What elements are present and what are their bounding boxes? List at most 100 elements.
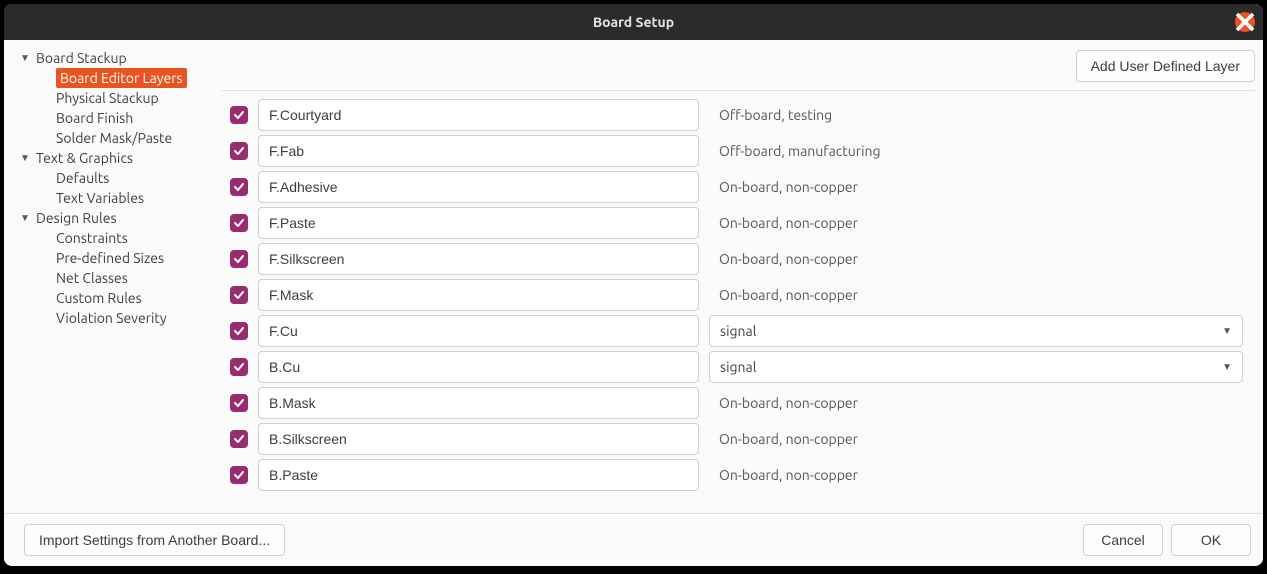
tree-item[interactable]: Constraints: [6, 228, 210, 248]
tree-item-label: Net Classes: [56, 270, 128, 286]
layer-row: On-board, non-copper: [222, 241, 1247, 277]
check-icon: [233, 361, 245, 373]
layer-type-label: On-board, non-copper: [709, 179, 858, 195]
check-icon: [233, 253, 245, 265]
layer-type-value: signal: [720, 359, 756, 375]
layer-name-input[interactable]: [258, 279, 699, 311]
panel-toolbar: Add User Defined Layer: [222, 50, 1255, 91]
chevron-down-icon: ▼: [20, 52, 30, 64]
layer-row: Off-board, testing: [222, 97, 1247, 133]
check-icon: [233, 181, 245, 193]
check-icon: [233, 289, 245, 301]
layer-visible-checkbox[interactable]: [230, 250, 248, 268]
dialog-body: ▼ Board Stackup Board Editor Layers Physica…: [4, 40, 1263, 513]
layer-row: Off-board, manufacturing: [222, 133, 1247, 169]
layer-type-label: Off-board, testing: [709, 107, 832, 123]
layer-visible-checkbox[interactable]: [230, 178, 248, 196]
nav-tree: ▼ Board Stackup Board Editor Layers Physica…: [4, 40, 214, 513]
layer-type-label: Off-board, manufacturing: [709, 143, 881, 159]
layer-type-select[interactable]: signal ▼: [709, 351, 1243, 383]
tree-item[interactable]: Physical Stackup: [6, 88, 210, 108]
layer-type-label: On-board, non-copper: [709, 467, 858, 483]
layer-name-input[interactable]: [258, 351, 699, 383]
tree-section-label: Text & Graphics: [36, 150, 133, 166]
layer-name-input[interactable]: [258, 423, 699, 455]
check-icon: [233, 433, 245, 445]
tree-item[interactable]: Text Variables: [6, 188, 210, 208]
layer-visible-checkbox[interactable]: [230, 286, 248, 304]
layer-row: signal ▼: [222, 313, 1247, 349]
chevron-down-icon: ▼: [1222, 325, 1232, 337]
import-settings-button[interactable]: Import Settings from Another Board...: [24, 524, 285, 556]
tree-section-label: Design Rules: [36, 210, 117, 226]
window-title: Board Setup: [593, 14, 674, 30]
tree-item[interactable]: Pre-defined Sizes: [6, 248, 210, 268]
tree-section[interactable]: ▼ Text & Graphics: [6, 148, 210, 168]
tree-item[interactable]: Board Editor Layers: [6, 68, 210, 88]
layer-name-input[interactable]: [258, 171, 699, 203]
layer-row: On-board, non-copper: [222, 205, 1247, 241]
tree-section-label: Board Stackup: [36, 50, 127, 66]
tree-item-label: Custom Rules: [56, 290, 142, 306]
layer-name-input[interactable]: [258, 315, 699, 347]
layer-type-label: On-board, non-copper: [709, 395, 858, 411]
tree-item-label: Defaults: [56, 170, 109, 186]
layer-visible-checkbox[interactable]: [230, 394, 248, 412]
layer-row: On-board, non-copper: [222, 457, 1247, 493]
layer-name-input[interactable]: [258, 99, 699, 131]
tree-item[interactable]: Net Classes: [6, 268, 210, 288]
layer-visible-checkbox[interactable]: [230, 358, 248, 376]
tree-item-label: Board Editor Layers: [56, 68, 187, 88]
layer-type-value: signal: [720, 323, 756, 339]
layer-visible-checkbox[interactable]: [230, 466, 248, 484]
layer-visible-checkbox[interactable]: [230, 214, 248, 232]
tree-item[interactable]: Violation Severity: [6, 308, 210, 328]
close-icon: [1235, 12, 1255, 32]
layer-row: On-board, non-copper: [222, 385, 1247, 421]
tree-item[interactable]: Solder Mask/Paste: [6, 128, 210, 148]
layer-row: On-board, non-copper: [222, 169, 1247, 205]
chevron-down-icon: ▼: [20, 152, 30, 164]
layer-name-input[interactable]: [258, 387, 699, 419]
layer-type-select[interactable]: signal ▼: [709, 315, 1243, 347]
titlebar: Board Setup: [4, 4, 1263, 40]
layer-row: On-board, non-copper: [222, 421, 1247, 457]
add-user-defined-layer-button[interactable]: Add User Defined Layer: [1076, 50, 1255, 82]
layer-type-label: On-board, non-copper: [709, 287, 858, 303]
layer-visible-checkbox[interactable]: [230, 430, 248, 448]
tree-item[interactable]: Custom Rules: [6, 288, 210, 308]
chevron-down-icon: ▼: [1222, 361, 1232, 373]
ok-button[interactable]: OK: [1171, 524, 1251, 556]
layer-visible-checkbox[interactable]: [230, 322, 248, 340]
main-panel: Add User Defined Layer Off-board, testin…: [214, 40, 1263, 513]
tree-section[interactable]: ▼ Design Rules: [6, 208, 210, 228]
layer-row: signal ▼: [222, 349, 1247, 385]
tree-item-label: Physical Stackup: [56, 90, 159, 106]
layer-name-input[interactable]: [258, 135, 699, 167]
close-button[interactable]: [1235, 12, 1255, 32]
layer-type-label: On-board, non-copper: [709, 431, 858, 447]
tree-item-label: Pre-defined Sizes: [56, 250, 164, 266]
tree-item[interactable]: Defaults: [6, 168, 210, 188]
layers-list[interactable]: Off-board, testing Off-board, manufacturi…: [222, 91, 1255, 513]
tree-item-label: Constraints: [56, 230, 128, 246]
cancel-button[interactable]: Cancel: [1083, 524, 1163, 556]
board-setup-window: Board Setup ▼ Board Stackup Board Editor L…: [4, 4, 1263, 566]
layer-name-input[interactable]: [258, 207, 699, 239]
check-icon: [233, 397, 245, 409]
tree-item[interactable]: Board Finish: [6, 108, 210, 128]
check-icon: [233, 145, 245, 157]
tree-section[interactable]: ▼ Board Stackup: [6, 48, 210, 68]
layer-visible-checkbox[interactable]: [230, 106, 248, 124]
layer-name-input[interactable]: [258, 459, 699, 491]
tree-item-label: Violation Severity: [56, 310, 167, 326]
tree-item-label: Board Finish: [56, 110, 133, 126]
chevron-down-icon: ▼: [20, 212, 30, 224]
layer-visible-checkbox[interactable]: [230, 142, 248, 160]
layer-type-label: On-board, non-copper: [709, 215, 858, 231]
check-icon: [233, 109, 245, 121]
layer-row: On-board, non-copper: [222, 277, 1247, 313]
layer-name-input[interactable]: [258, 243, 699, 275]
tree-item-label: Solder Mask/Paste: [56, 130, 172, 146]
check-icon: [233, 217, 245, 229]
